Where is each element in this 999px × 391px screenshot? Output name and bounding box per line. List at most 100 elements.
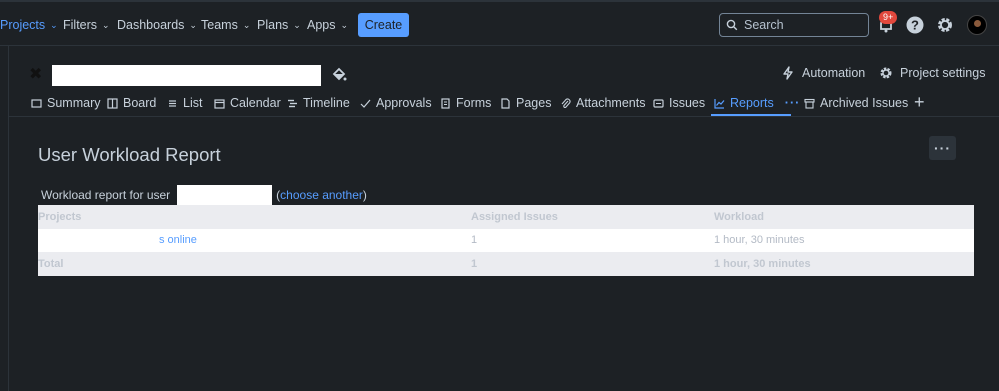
total-label: Total xyxy=(38,257,64,270)
table-total-row: Total 1 1 hour, 30 minutes xyxy=(38,252,974,276)
search-input[interactable] xyxy=(744,18,864,32)
tab-forms[interactable]: Forms xyxy=(440,96,491,110)
nav-plans-label: Plans xyxy=(257,18,289,32)
tab-summary-label: Summary xyxy=(47,96,101,110)
tab-board-label: Board xyxy=(123,96,157,110)
user-name-redacted xyxy=(177,185,273,205)
top-navigation-bar: Projects ⌄ Filters ⌄ Dashboards ⌄ Teams … xyxy=(0,0,999,46)
tab-reports-label: Reports xyxy=(730,96,774,110)
project-settings-button[interactable]: Project settings xyxy=(879,66,985,80)
timeline-icon xyxy=(288,99,297,107)
gear-icon xyxy=(880,67,892,79)
pages-icon xyxy=(501,97,510,109)
automation-label: Automation xyxy=(802,66,866,80)
column-header-workload[interactable]: Workload xyxy=(714,205,974,229)
tab-approvals[interactable]: Approvals xyxy=(360,96,432,110)
tabs-divider xyxy=(9,116,999,117)
project-settings-label: Project settings xyxy=(900,66,986,80)
column-header-projects[interactable]: Projects xyxy=(38,205,471,229)
assigned-issues-cell: 1 xyxy=(471,234,478,247)
project-tabs: Summary Board List Calendar Timeline App… xyxy=(0,92,999,116)
tab-reports[interactable]: Reports ··· xyxy=(714,96,800,110)
tab-list-label: List xyxy=(183,96,203,110)
chevron-down-icon: ⌄ xyxy=(50,19,58,30)
tab-summary[interactable]: Summary xyxy=(31,96,100,110)
attachment-icon xyxy=(561,97,571,108)
user-avatar[interactable] xyxy=(967,15,987,35)
tab-archived-issues[interactable]: Archived Issues xyxy=(804,96,908,110)
svg-text:?: ? xyxy=(911,18,919,33)
nav-apps-label: Apps xyxy=(307,18,336,32)
tab-more-icon[interactable]: ··· xyxy=(785,96,801,110)
plus-icon: + xyxy=(914,92,925,112)
tab-forms-label: Forms xyxy=(456,96,492,110)
nav-filters[interactable]: Filters ⌄ xyxy=(63,14,110,36)
tab-attachments-label: Attachments xyxy=(576,96,646,110)
tab-archived-issues-label: Archived Issues xyxy=(820,96,909,110)
chevron-down-icon: ⌄ xyxy=(293,19,301,30)
chevron-down-icon: ⌄ xyxy=(340,19,349,30)
paren-close: ) xyxy=(362,188,367,202)
chevron-down-icon: ⌄ xyxy=(189,19,197,30)
notifications-badge: 9+ xyxy=(879,11,898,24)
chevron-down-icon: ⌄ xyxy=(242,19,251,30)
more-actions-button[interactable]: ··· xyxy=(929,136,956,160)
board-icon xyxy=(107,97,118,109)
tab-calendar[interactable]: Calendar xyxy=(214,96,281,110)
forms-icon xyxy=(441,97,450,109)
search-icon xyxy=(726,19,738,31)
project-name-redacted[interactable] xyxy=(52,65,321,86)
table-row: s online 1 1 hour, 30 minutes xyxy=(38,228,974,253)
tab-board[interactable]: Board xyxy=(107,96,156,110)
reports-icon xyxy=(714,98,725,109)
nav-teams[interactable]: Teams ⌄ xyxy=(201,14,250,36)
settings-gear-icon[interactable] xyxy=(935,15,955,35)
list-icon xyxy=(169,99,176,107)
nav-projects[interactable]: Projects ⌄ xyxy=(0,14,58,36)
tab-pages-label: Pages xyxy=(516,96,552,110)
report-for-user-text: Workload report for user xyxy=(41,188,171,202)
choose-another-link[interactable]: choose another xyxy=(280,188,363,202)
tab-timeline[interactable]: Timeline xyxy=(287,96,350,110)
automation-button[interactable]: Automation xyxy=(781,66,865,80)
lightning-icon xyxy=(783,66,793,80)
tab-timeline-label: Timeline xyxy=(303,96,350,110)
workload-cell: 1 hour, 30 minutes xyxy=(714,234,805,247)
column-header-assigned-issues[interactable]: Assigned Issues xyxy=(471,205,714,229)
tab-approvals-label: Approvals xyxy=(376,96,432,110)
add-tab-button[interactable]: + xyxy=(914,92,925,113)
nav-dashboards[interactable]: Dashboards ⌄ xyxy=(117,14,197,36)
help-icon[interactable]: ? xyxy=(905,15,925,35)
calendar-icon xyxy=(214,98,225,109)
tab-pages[interactable]: Pages xyxy=(500,96,551,110)
nav-apps[interactable]: Apps ⌄ xyxy=(307,14,348,36)
total-assigned-issues: 1 xyxy=(471,257,478,270)
nav-projects-label: Projects xyxy=(0,18,46,32)
summary-icon xyxy=(31,98,42,108)
search-box[interactable] xyxy=(719,13,869,37)
project-logo-icon: ✖ xyxy=(29,66,43,83)
approvals-icon xyxy=(360,99,371,108)
tab-list[interactable]: List xyxy=(167,96,202,110)
report-for-user-line: Workload report for user (choose another… xyxy=(41,185,367,205)
tab-attachments[interactable]: Attachments xyxy=(560,96,645,110)
table-header-row: Projects Assigned Issues Workload xyxy=(38,205,974,229)
create-button[interactable]: Create xyxy=(358,13,409,37)
chevron-down-icon: ⌄ xyxy=(102,19,110,30)
nav-filters-label: Filters xyxy=(63,18,98,32)
total-workload: 1 hour, 30 minutes xyxy=(714,257,811,270)
workload-table: Projects Assigned Issues Workload s onli… xyxy=(38,205,974,276)
tab-issues[interactable]: Issues xyxy=(653,96,705,110)
paint-bucket-icon[interactable] xyxy=(331,66,347,82)
issues-icon xyxy=(653,98,664,108)
nav-plans[interactable]: Plans ⌄ xyxy=(257,14,301,36)
nav-dashboards-label: Dashboards xyxy=(117,18,185,32)
tab-issues-label: Issues xyxy=(669,96,706,110)
page-title: User Workload Report xyxy=(38,144,221,165)
nav-teams-label: Teams xyxy=(201,18,238,32)
more-icon: ··· xyxy=(934,140,951,156)
tab-calendar-label: Calendar xyxy=(230,96,281,110)
project-cell: s online xyxy=(38,229,471,253)
project-link[interactable]: s online xyxy=(38,234,197,246)
archive-icon xyxy=(804,98,815,109)
